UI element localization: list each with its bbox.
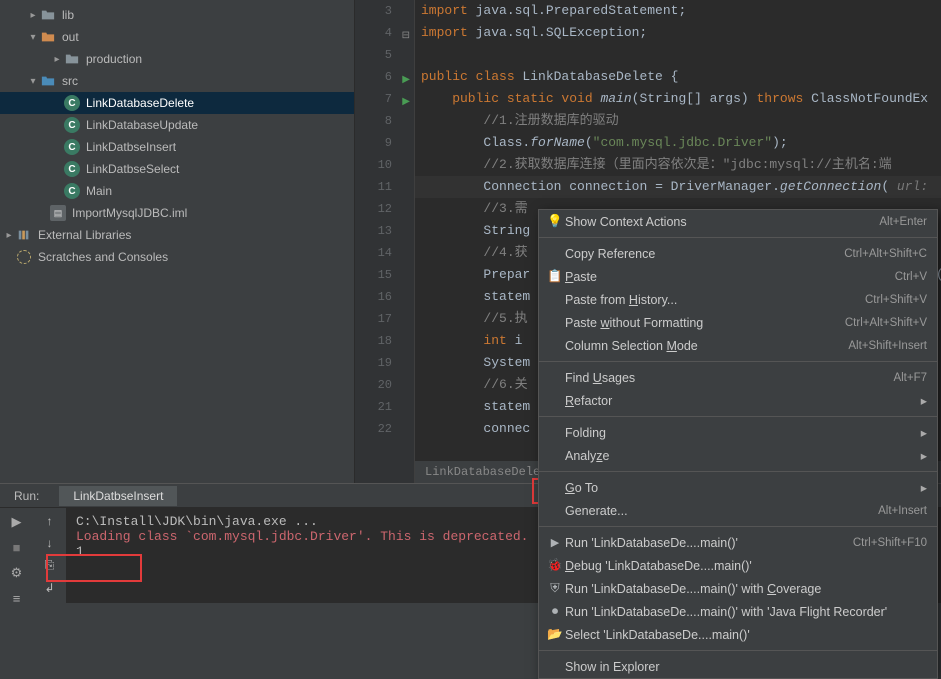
arrow-right-icon: ▸ <box>2 230 16 241</box>
menu-generate[interactable]: Generate...Alt+Insert <box>539 499 937 522</box>
open-icon: 📂 <box>545 627 565 642</box>
file-icon: ▤ <box>50 205 66 221</box>
context-menu: 💡Show Context ActionsAlt+Enter Copy Refe… <box>538 209 938 679</box>
menu-folding[interactable]: Folding▸ <box>539 421 937 444</box>
menu-goto[interactable]: Go To▸ <box>539 476 937 499</box>
folder-icon <box>40 7 56 23</box>
code-line: import java.sql.SQLException; <box>415 22 941 44</box>
code-line: //2.获取数据库连接（里面内容依次是："jdbc:mysql://主机名:端 <box>415 154 941 176</box>
tree-lib[interactable]: ▸ lib <box>0 4 354 26</box>
debug-icon: 🐞 <box>545 558 565 573</box>
gutter: 34⊟56▶7▶8910111213141516171819202122 <box>355 0 415 483</box>
tree-label: External Libraries <box>38 228 131 242</box>
project-tree: ▸ lib ▾ out ▸ production ▾ src C LinkDat… <box>0 0 355 483</box>
tree-iml[interactable]: ▤ ImportMysqlJDBC.iml <box>0 202 354 224</box>
folder-icon <box>64 51 80 67</box>
tree-class-main[interactable]: C Main <box>0 180 354 202</box>
coverage-icon: ⛨ <box>545 581 565 596</box>
run-icon: ▶ <box>545 536 565 549</box>
menu-run-jfr[interactable]: ⏺Run 'LinkDatabaseDe....main()' with 'Ja… <box>539 600 937 623</box>
folder-icon <box>40 29 56 45</box>
class-icon: C <box>64 161 80 177</box>
tree-label: out <box>62 30 79 44</box>
code-line: public class LinkDatabaseDelete { <box>415 66 941 88</box>
scratch-icon <box>16 249 32 265</box>
tree-label: Main <box>86 184 112 198</box>
menu-paste[interactable]: 📋PasteCtrl+V <box>539 265 937 288</box>
menu-run[interactable]: ▶Run 'LinkDatabaseDe....main()'Ctrl+Shif… <box>539 531 937 554</box>
wrap-icon[interactable]: ↲ <box>44 581 54 595</box>
menu-paste-history[interactable]: Paste from History...Ctrl+Shift+V <box>539 288 937 311</box>
menu-copy-reference[interactable]: Copy ReferenceCtrl+Alt+Shift+C <box>539 242 937 265</box>
tree-label: LinkDatbseInsert <box>86 140 176 154</box>
tree-label: LinkDatbseSelect <box>86 162 179 176</box>
menu-show-explorer[interactable]: Show in Explorer <box>539 655 937 678</box>
arrow-down-icon: ▾ <box>26 76 40 87</box>
tree-label: Scratches and Consoles <box>38 250 168 264</box>
filter-icon[interactable]: ⎘ <box>45 558 55 573</box>
code-line: //1.注册数据库的驱动 <box>415 110 941 132</box>
code-line <box>415 44 941 66</box>
code-line: public static void main(String[] args) t… <box>415 88 941 110</box>
run-layout-icon[interactable]: ≡ <box>13 591 21 606</box>
tree-class-delete[interactable]: C LinkDatabaseDelete <box>0 92 354 114</box>
tree-scratches[interactable]: Scratches and Consoles <box>0 246 354 268</box>
run-stop-icon[interactable]: ■ <box>13 540 21 555</box>
menu-refactor[interactable]: Refactor▸ <box>539 389 937 412</box>
tree-class-update[interactable]: C LinkDatabaseUpdate <box>0 114 354 136</box>
menu-run-coverage[interactable]: ⛨Run 'LinkDatabaseDe....main()' with Cov… <box>539 577 937 600</box>
class-icon: C <box>64 117 80 133</box>
clipboard-icon: 📋 <box>545 269 565 284</box>
console-warning: Loading class `com.mysql.jdbc.Driver'. T… <box>76 529 528 544</box>
tree-label: src <box>62 74 78 88</box>
run-play-icon[interactable]: ▶ <box>12 514 22 530</box>
run-settings-icon[interactable]: ⚙ <box>11 565 23 581</box>
tree-label: production <box>86 52 142 66</box>
tree-external-libs[interactable]: ▸ External Libraries <box>0 224 354 246</box>
tree-out[interactable]: ▾ out <box>0 26 354 48</box>
tree-label: ImportMysqlJDBC.iml <box>72 206 187 220</box>
record-icon: ⏺ <box>545 604 565 619</box>
tree-class-select[interactable]: C LinkDatbseSelect <box>0 158 354 180</box>
tree-production[interactable]: ▸ production <box>0 48 354 70</box>
menu-select-config[interactable]: 📂Select 'LinkDatabaseDe....main()' <box>539 623 937 646</box>
arrow-down-icon: ▾ <box>26 32 40 43</box>
down-icon[interactable]: ↓ <box>47 536 53 550</box>
menu-analyze[interactable]: Analyze▸ <box>539 444 937 467</box>
tree-label: LinkDatabaseUpdate <box>86 118 198 132</box>
menu-paste-no-formatting[interactable]: Paste without FormattingCtrl+Alt+Shift+V <box>539 311 937 334</box>
tree-src[interactable]: ▾ src <box>0 70 354 92</box>
tree-label: lib <box>62 8 74 22</box>
run-tab[interactable]: LinkDatbseInsert <box>59 486 177 506</box>
run-label: Run: <box>0 489 53 503</box>
code-line: Connection connection = DriverManager.ge… <box>415 176 941 198</box>
menu-column-selection[interactable]: Column Selection ModeAlt+Shift+Insert <box>539 334 937 357</box>
run-vertical-toolbar: ▶ ■ ⚙ ≡ <box>0 508 33 603</box>
run-console-toolbar: ↑ ↓ ⎘ ↲ <box>33 508 66 603</box>
bulb-icon: 💡 <box>545 214 565 229</box>
tree-label: LinkDatabaseDelete <box>86 96 194 110</box>
menu-debug[interactable]: 🐞Debug 'LinkDatabaseDe....main()' <box>539 554 937 577</box>
code-line: import java.sql.PreparedStatement; <box>415 0 941 22</box>
class-icon: C <box>64 183 80 199</box>
folder-icon <box>40 73 56 89</box>
tree-class-insert[interactable]: C LinkDatbseInsert <box>0 136 354 158</box>
code-line: Class.forName("com.mysql.jdbc.Driver"); <box>415 132 941 154</box>
class-icon: C <box>64 139 80 155</box>
arrow-right-icon: ▸ <box>50 54 64 65</box>
class-icon: C <box>64 95 80 111</box>
menu-show-context-actions[interactable]: 💡Show Context ActionsAlt+Enter <box>539 210 937 233</box>
library-icon <box>16 227 32 243</box>
up-icon[interactable]: ↑ <box>47 514 53 528</box>
menu-find-usages[interactable]: Find UsagesAlt+F7 <box>539 366 937 389</box>
arrow-right-icon: ▸ <box>26 10 40 21</box>
